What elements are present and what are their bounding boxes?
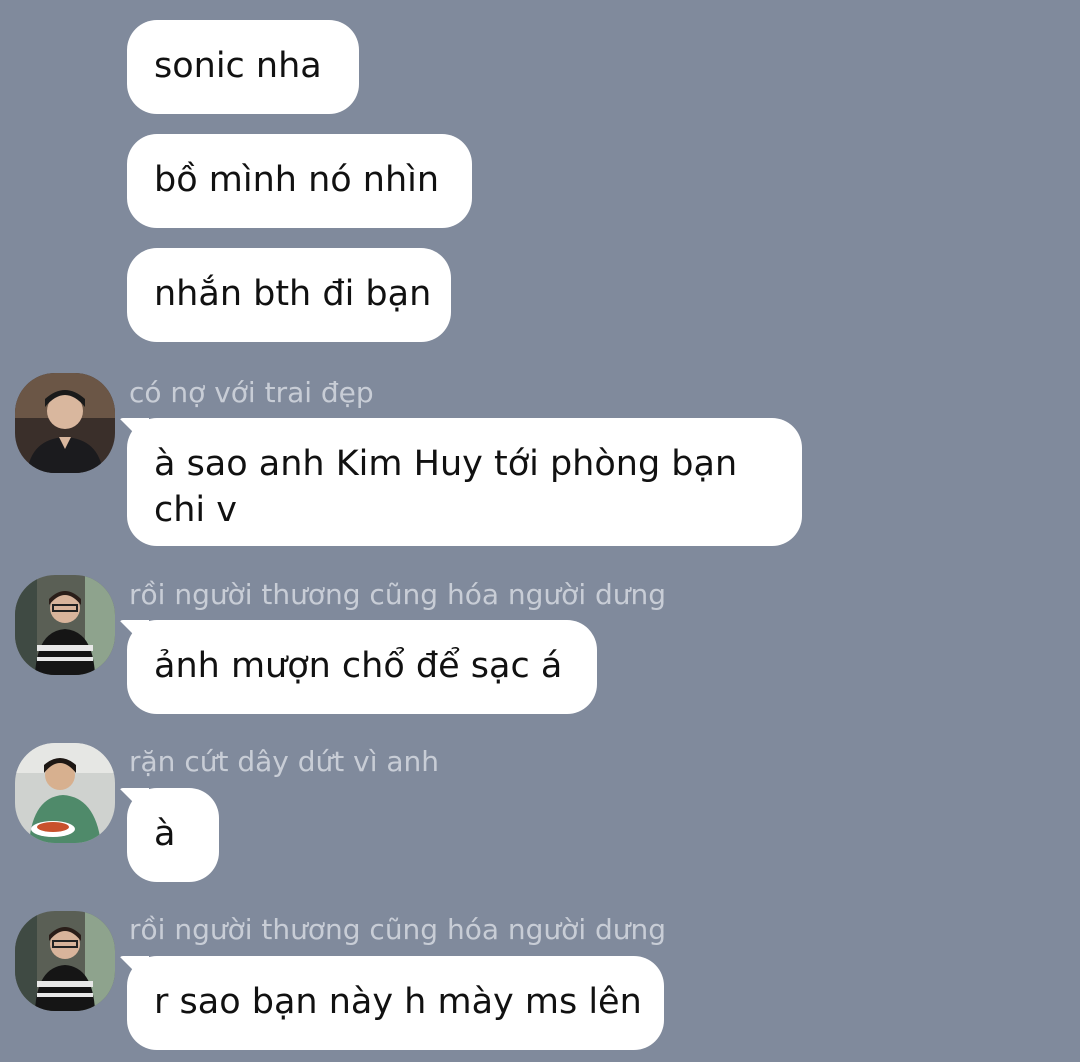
sender-name: có nợ với trai đẹp (129, 376, 374, 409)
message-bubble[interactable]: nhắn bth đi bạn (127, 248, 451, 342)
person-avatar-image (15, 911, 115, 1011)
message-text: à (154, 814, 176, 854)
person-avatar-image (15, 575, 115, 675)
message-bubble[interactable]: r sao bạn này h mày ms lên (127, 956, 664, 1050)
chat-thread: sonic nha bồ mình nó nhìn nhắn bth đi bạ… (0, 0, 1080, 1062)
avatar-icon[interactable] (15, 575, 115, 675)
person-avatar-image (15, 743, 115, 843)
avatar-icon[interactable] (15, 743, 115, 843)
person-avatar-image (15, 373, 115, 473)
message-bubble[interactable]: à (127, 788, 219, 882)
message-text: sonic nha (154, 46, 322, 86)
message-text: à sao anh Kim Huy tới phòng bạn chi v (154, 444, 738, 530)
message-text: ảnh mượn chổ để sạc á (154, 646, 563, 686)
message-bubble[interactable]: ảnh mượn chổ để sạc á (127, 620, 597, 714)
message-bubble[interactable]: bồ mình nó nhìn (127, 134, 472, 228)
message-bubble[interactable]: sonic nha (127, 20, 359, 114)
avatar-icon[interactable] (15, 373, 115, 473)
sender-name: rồi người thương cũng hóa người dưng (129, 913, 667, 946)
message-text: nhắn bth đi bạn (154, 274, 432, 314)
avatar-icon[interactable] (15, 911, 115, 1011)
sender-name: rặn cứt dây dứt vì anh (129, 745, 440, 778)
message-text: r sao bạn này h mày ms lên (154, 982, 642, 1022)
message-text: bồ mình nó nhìn (154, 160, 440, 200)
sender-name: rồi người thương cũng hóa người dưng (129, 578, 667, 611)
message-bubble[interactable]: à sao anh Kim Huy tới phòng bạn chi v (127, 418, 802, 546)
